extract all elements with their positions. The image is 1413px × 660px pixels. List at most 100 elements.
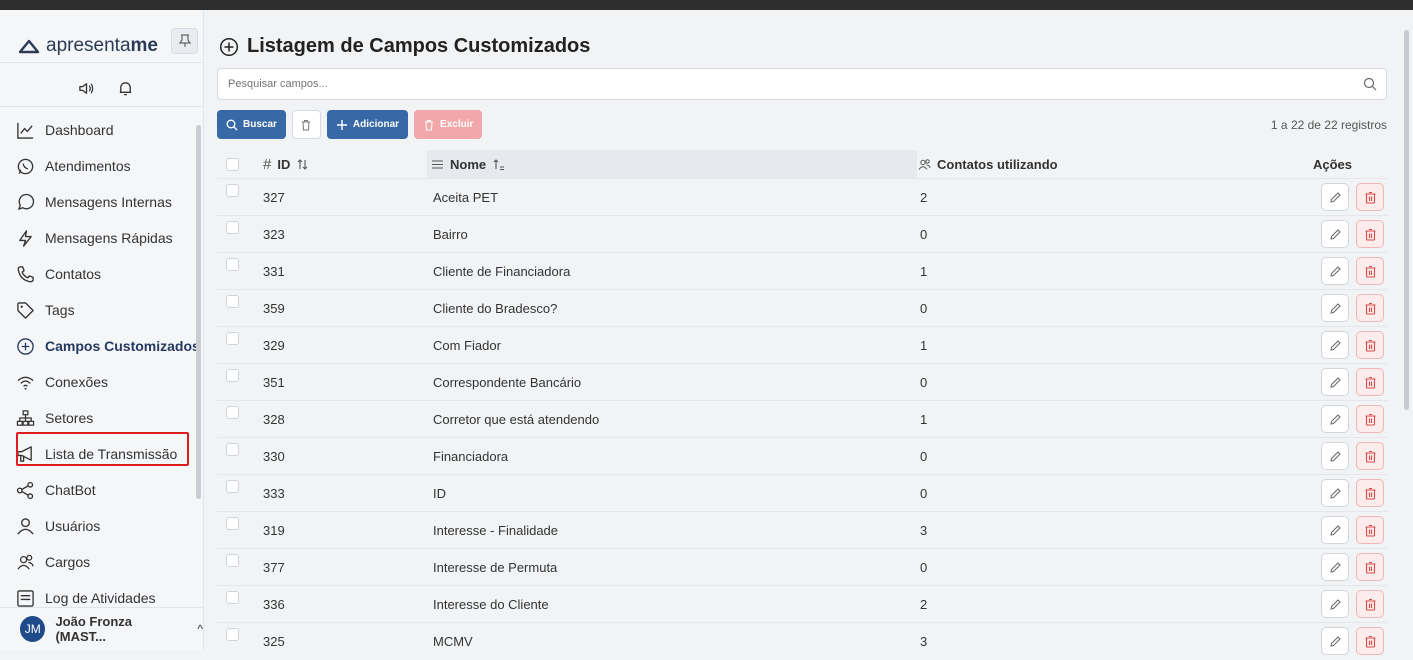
row-checkbox[interactable]	[226, 406, 239, 419]
table-row[interactable]: 333 ID 0	[217, 474, 1387, 511]
edit-button[interactable]	[1321, 331, 1349, 359]
delete-button[interactable]	[1356, 257, 1384, 285]
table-row[interactable]: 329 Com Fiador 1	[217, 326, 1387, 363]
delete-button[interactable]	[1356, 368, 1384, 396]
row-checkbox[interactable]	[226, 591, 239, 604]
table-row[interactable]: 323 Bairro 0	[217, 215, 1387, 252]
sidebar-item-lista-de-transmissao[interactable]: Lista de Transmissão	[16, 439, 190, 469]
delete-button[interactable]	[1356, 294, 1384, 322]
delete-button[interactable]	[1356, 442, 1384, 470]
edit-button[interactable]	[1321, 257, 1349, 285]
sidebar-item-usuarios[interactable]: Usuários	[16, 511, 190, 541]
clear-search-button[interactable]	[291, 110, 321, 139]
cell-contacts: 0	[920, 449, 928, 464]
phone-icon	[17, 265, 34, 282]
cell-name: Corretor que está atendendo	[433, 412, 600, 427]
sidebar-scrollbar[interactable]	[196, 117, 201, 607]
sidebar-item-label: Dashboard	[45, 122, 114, 138]
sidebar-item-mensagens-rapidas[interactable]: Mensagens Rápidas	[16, 223, 190, 253]
cell-name: Com Fiador	[433, 338, 501, 353]
row-checkbox[interactable]	[226, 517, 239, 530]
edit-button[interactable]	[1321, 627, 1349, 655]
table-row[interactable]: 328 Corretor que está atendendo 1	[217, 400, 1387, 437]
delete-button[interactable]	[1356, 590, 1384, 618]
edit-button[interactable]	[1321, 183, 1349, 211]
brand-logo[interactable]: apresentame	[18, 35, 158, 57]
cell-contacts: 0	[920, 486, 928, 501]
cell-contacts: 0	[920, 375, 928, 390]
select-all-checkbox[interactable]	[226, 150, 239, 178]
sidebar-item-mensagens-internas[interactable]: Mensagens Internas	[16, 187, 190, 217]
page-scrollbar[interactable]	[1401, 10, 1413, 650]
edit-button[interactable]	[1321, 220, 1349, 248]
column-header-id[interactable]: # ID	[263, 150, 309, 178]
sidebar-item-setores[interactable]: Setores	[16, 403, 190, 433]
sidebar-item-campos-customizados[interactable]: Campos Customizados	[16, 331, 196, 361]
sidebar-item-dashboard[interactable]: Dashboard	[16, 115, 190, 145]
user-menu[interactable]: JM João Fronza (MAST... ^	[0, 607, 203, 650]
delete-selected-button[interactable]: Excluir	[414, 110, 483, 139]
search-input[interactable]	[228, 78, 1328, 90]
cell-contacts: 0	[920, 301, 928, 316]
delete-button[interactable]	[1356, 220, 1384, 248]
sidebar-item-conexoes[interactable]: Conexões	[16, 367, 190, 397]
sidebar-item-atendimentos[interactable]: Atendimentos	[16, 151, 190, 181]
chat-bubble-icon	[18, 193, 35, 210]
delete-button[interactable]	[1356, 405, 1384, 433]
row-checkbox[interactable]	[226, 369, 239, 382]
record-count: 1 a 22 de 22 registros	[1270, 118, 1387, 132]
row-checkbox[interactable]	[226, 221, 239, 234]
edit-button[interactable]	[1321, 516, 1349, 544]
edit-button[interactable]	[1321, 590, 1349, 618]
add-button[interactable]: Adicionar	[326, 110, 409, 139]
row-checkbox[interactable]	[226, 332, 239, 345]
sidebar-item-chatbot[interactable]: ChatBot	[16, 475, 190, 505]
column-header-name[interactable]: Nome	[427, 150, 917, 178]
column-header-contacts[interactable]: Contatos utilizando	[918, 150, 1058, 178]
list-box-icon	[17, 589, 34, 607]
delete-button[interactable]	[1356, 553, 1384, 581]
row-checkbox[interactable]	[226, 443, 239, 456]
row-checkbox[interactable]	[226, 628, 239, 641]
row-checkbox[interactable]	[226, 295, 239, 308]
sidebar-quick-icons	[78, 80, 134, 97]
table-row[interactable]: 325 MCMV 3	[217, 622, 1387, 659]
cell-contacts: 2	[920, 190, 928, 205]
row-checkbox[interactable]	[226, 480, 239, 493]
sidebar-item-log-de-atividades[interactable]: Log de Atividades	[16, 583, 190, 607]
row-checkbox[interactable]	[226, 258, 239, 271]
list-icon	[432, 159, 443, 169]
table-row[interactable]: 331 Cliente de Financiadora 1	[217, 252, 1387, 289]
sidebar-item-tags[interactable]: Tags	[16, 295, 190, 325]
edit-button[interactable]	[1321, 405, 1349, 433]
edit-button[interactable]	[1321, 368, 1349, 396]
column-label: ID	[277, 156, 291, 172]
pin-sidebar-button[interactable]	[171, 28, 198, 54]
table-row[interactable]: 327 Aceita PET 2	[217, 178, 1387, 215]
table-row[interactable]: 330 Financiadora 0	[217, 437, 1387, 474]
delete-button[interactable]	[1356, 183, 1384, 211]
delete-button[interactable]	[1356, 331, 1384, 359]
trash-icon	[1365, 450, 1375, 463]
edit-button[interactable]	[1321, 553, 1349, 581]
speaker-icon[interactable]	[78, 80, 95, 97]
table-row[interactable]: 377 Interesse de Permuta 0	[217, 548, 1387, 585]
row-checkbox[interactable]	[226, 184, 239, 197]
delete-button[interactable]	[1356, 627, 1384, 655]
cell-contacts: 1	[920, 338, 928, 353]
bell-icon[interactable]	[117, 80, 134, 97]
search-icon[interactable]	[1363, 77, 1377, 91]
row-checkbox[interactable]	[226, 554, 239, 567]
sidebar-item-cargos[interactable]: Cargos	[16, 547, 190, 577]
delete-button[interactable]	[1356, 516, 1384, 544]
search-button[interactable]: Buscar	[217, 110, 286, 139]
edit-button[interactable]	[1321, 479, 1349, 507]
table-row[interactable]: 351 Correspondente Bancário 0	[217, 363, 1387, 400]
edit-button[interactable]	[1321, 294, 1349, 322]
edit-button[interactable]	[1321, 442, 1349, 470]
table-row[interactable]: 336 Interesse do Cliente 2	[217, 585, 1387, 622]
delete-button[interactable]	[1356, 479, 1384, 507]
table-row[interactable]: 319 Interesse - Finalidade 3	[217, 511, 1387, 548]
sidebar-item-contatos[interactable]: Contatos	[16, 259, 190, 289]
table-row[interactable]: 359 Cliente do Bradesco? 0	[217, 289, 1387, 326]
